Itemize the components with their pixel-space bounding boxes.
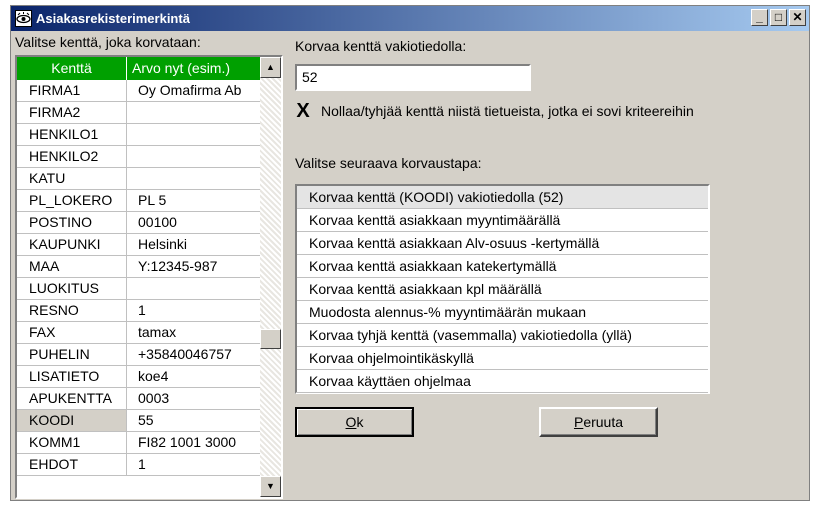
field-name-cell[interactable]: KOMM1 <box>17 432 127 453</box>
field-value-cell[interactable]: Helsinki <box>128 234 260 255</box>
method-list-item[interactable]: Korvaa kenttä asiakkaan kpl määrällä <box>297 278 708 301</box>
table-row[interactable]: MAA Y:12345-987 <box>17 256 260 278</box>
table-row[interactable]: FIRMA1 Oy Omafirma Ab <box>17 80 260 102</box>
field-value-cell[interactable]: tamax <box>128 322 260 343</box>
table-row[interactable]: PUHELIN +35840046757 <box>17 344 260 366</box>
field-value-cell[interactable]: PL 5 <box>128 190 260 211</box>
table-row[interactable]: KOMM1 FI82 1001 3000 <box>17 432 260 454</box>
scroll-down-button[interactable]: ▼ <box>260 476 281 497</box>
close-button[interactable]: ✕ <box>789 9 806 26</box>
column-header-field[interactable]: Kenttä <box>17 57 127 80</box>
field-name-cell[interactable]: EHDOT <box>17 454 127 475</box>
field-select-label: Valitse kenttä, joka korvataan: <box>15 34 201 50</box>
scroll-up-button[interactable]: ▲ <box>260 57 281 78</box>
field-value-cell[interactable] <box>128 168 260 189</box>
table-row[interactable]: LUOKITUS <box>17 278 260 300</box>
method-list-item[interactable]: Korvaa kenttä asiakkaan myyntimäärällä <box>297 209 708 232</box>
grid-header: Kenttä Arvo nyt (esim.) <box>17 57 260 80</box>
field-value-cell[interactable]: 00100 <box>128 212 260 233</box>
table-row[interactable]: APUKENTTA 0003 <box>17 388 260 410</box>
table-row[interactable]: RESNO 1 <box>17 300 260 322</box>
constant-value-input[interactable]: 52 <box>295 64 531 91</box>
grid-body: FIRMA1 Oy Omafirma Ab FIRMA2 HENKILO1 HENKIL… <box>17 80 260 476</box>
field-name-cell[interactable]: HENKILO1 <box>17 124 127 145</box>
replace-field-dialog: Asiakasrekisterimerkintä _ □ ✕ Valitse k… <box>10 5 810 501</box>
field-name-cell[interactable]: HENKILO2 <box>17 146 127 167</box>
scroll-thumb[interactable] <box>260 329 281 349</box>
table-row[interactable]: LISATIETO koe4 <box>17 366 260 388</box>
field-value-cell[interactable]: +35840046757 <box>128 344 260 365</box>
method-list-item[interactable]: Korvaa ohjelmointikäskyllä <box>297 347 708 370</box>
field-value-cell[interactable] <box>128 278 260 299</box>
field-name-cell[interactable]: PUHELIN <box>17 344 127 365</box>
field-value-cell[interactable]: 1 <box>128 454 260 475</box>
field-name-cell[interactable]: APUKENTTA <box>17 388 127 409</box>
table-row[interactable]: KOODI 55 <box>17 410 260 432</box>
table-row[interactable]: KATU <box>17 168 260 190</box>
table-row[interactable]: HENKILO2 <box>17 146 260 168</box>
table-row[interactable]: PL_LOKERO PL 5 <box>17 190 260 212</box>
clear-nonmatching-checkbox[interactable]: X <box>295 101 311 121</box>
field-name-cell[interactable]: FAX <box>17 322 127 343</box>
table-row[interactable]: KAUPUNKI Helsinki <box>17 234 260 256</box>
method-list-item[interactable]: Korvaa tyhjä kenttä (vasemmalla) vakioti… <box>297 324 708 347</box>
column-header-value[interactable]: Arvo nyt (esim.) <box>128 57 260 80</box>
field-value-cell[interactable]: Y:12345-987 <box>128 256 260 277</box>
grid-scrollbar[interactable]: ▲ ▼ <box>260 57 281 497</box>
ok-label-rest: k <box>356 414 364 430</box>
cancel-label-rest: eruuta <box>583 414 624 430</box>
method-list-item[interactable]: Korvaa kenttä asiakkaan katekertymällä <box>297 255 708 278</box>
title-bar[interactable]: Asiakasrekisterimerkintä _ □ ✕ <box>11 6 809 31</box>
field-name-cell[interactable]: POSTINO <box>17 212 127 233</box>
table-row[interactable]: FIRMA2 <box>17 102 260 124</box>
field-name-cell[interactable]: MAA <box>17 256 127 277</box>
field-name-cell[interactable]: FIRMA1 <box>17 80 127 101</box>
field-name-cell[interactable]: LUOKITUS <box>17 278 127 299</box>
table-row[interactable]: HENKILO1 <box>17 124 260 146</box>
method-list-item[interactable]: Korvaa kenttä asiakkaan Alv-osuus -kerty… <box>297 232 708 255</box>
table-row[interactable]: FAX tamax <box>17 322 260 344</box>
table-row[interactable]: EHDOT 1 <box>17 454 260 476</box>
field-value-cell[interactable]: 55 <box>128 410 260 431</box>
ok-mnemonic: O <box>345 414 357 430</box>
field-name-cell[interactable]: LISATIETO <box>17 366 127 387</box>
clear-nonmatching-label[interactable]: Nollaa/tyhjää kenttä niistä tietueista, … <box>321 103 694 119</box>
field-value-cell[interactable]: 0003 <box>128 388 260 409</box>
field-name-cell[interactable]: PL_LOKERO <box>17 190 127 211</box>
method-list-item[interactable]: Muodosta alennus-% myyntimäärän mukaan <box>297 301 708 324</box>
field-value-cell[interactable] <box>128 102 260 123</box>
field-grid[interactable]: Kenttä Arvo nyt (esim.) FIRMA1 Oy Omafirm… <box>15 55 283 499</box>
constant-label: Korvaa kenttä vakiotiedolla: <box>295 38 467 54</box>
field-value-cell[interactable]: Oy Omafirma Ab <box>128 80 260 101</box>
method-label: Valitse seuraava korvaustapa: <box>295 155 482 171</box>
field-name-cell[interactable]: KOODI <box>17 410 127 431</box>
field-value-cell[interactable]: koe4 <box>128 366 260 387</box>
method-list-item[interactable]: Korvaa käyttäen ohjelmaa <box>297 370 708 393</box>
minimize-button[interactable]: _ <box>751 9 768 26</box>
field-name-cell[interactable]: KATU <box>17 168 127 189</box>
window-title: Asiakasrekisterimerkintä <box>36 11 190 26</box>
cancel-mnemonic: P <box>573 414 584 430</box>
field-value-cell[interactable]: FI82 1001 3000 <box>128 432 260 453</box>
maximize-button[interactable]: □ <box>770 9 787 26</box>
field-name-cell[interactable]: RESNO <box>17 300 127 321</box>
field-value-cell[interactable] <box>128 124 260 145</box>
field-value-cell[interactable] <box>128 146 260 167</box>
eye-app-icon <box>15 10 32 27</box>
replace-method-list[interactable]: Korvaa kenttä (KOODI) vakiotiedolla (52)… <box>295 184 710 394</box>
method-list-item[interactable]: Korvaa kenttä (KOODI) vakiotiedolla (52) <box>297 186 708 209</box>
field-name-cell[interactable]: FIRMA2 <box>17 102 127 123</box>
field-value-cell[interactable]: 1 <box>128 300 260 321</box>
cancel-button[interactable]: Peruuta <box>539 407 658 437</box>
ok-button[interactable]: Ok <box>295 407 414 437</box>
table-row[interactable]: POSTINO 00100 <box>17 212 260 234</box>
field-name-cell[interactable]: KAUPUNKI <box>17 234 127 255</box>
